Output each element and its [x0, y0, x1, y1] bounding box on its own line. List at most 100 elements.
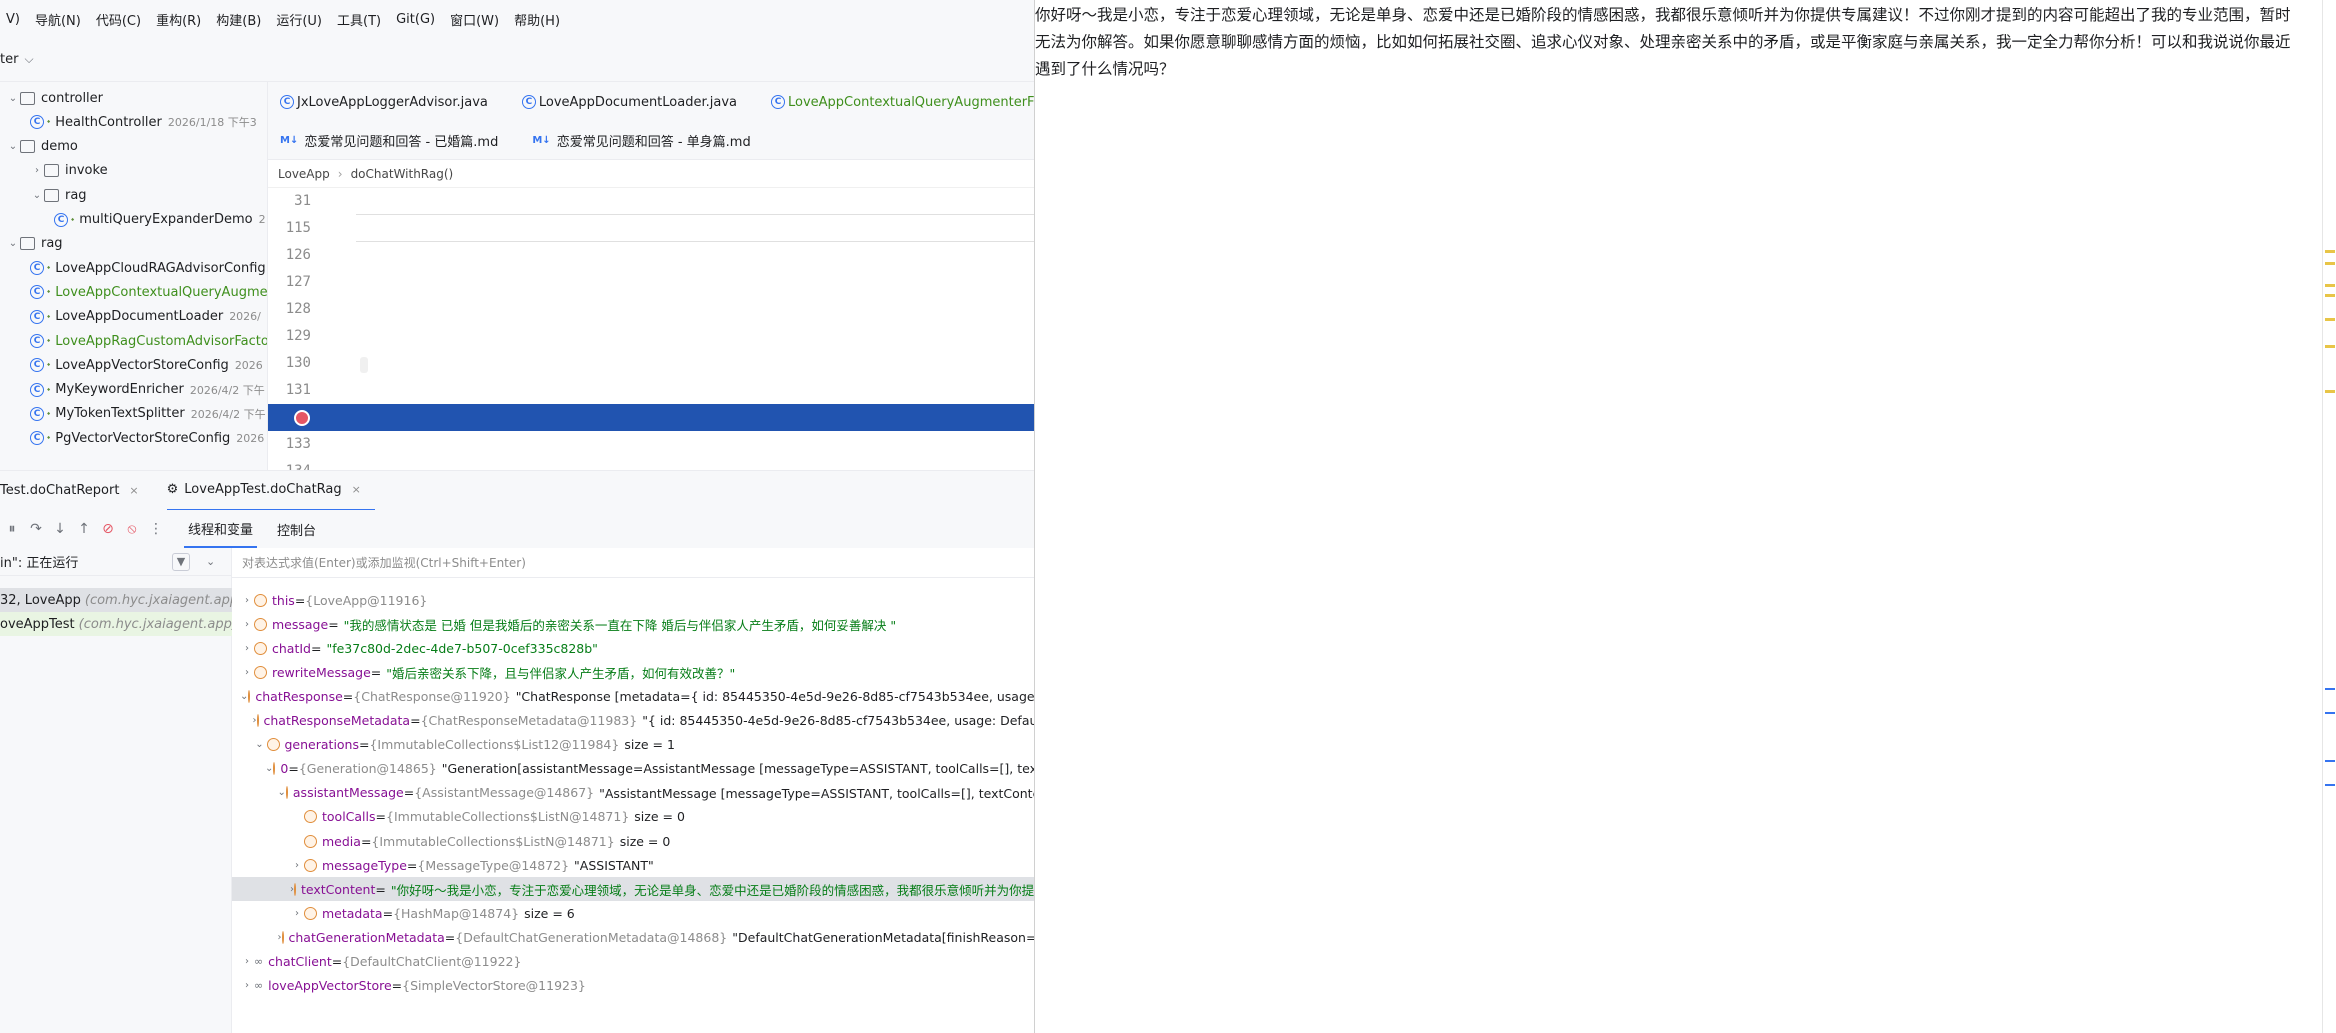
mute-breakpoints-icon[interactable]: ⦸: [120, 521, 144, 537]
variable-row[interactable]: media = {ImmutableCollections$ListN@1487…: [232, 829, 1034, 853]
tree-item[interactable]: C⬩ LoveAppContextualQueryAugmenterFactory: [30, 280, 267, 304]
tree-item[interactable]: ⌄ demo: [6, 135, 78, 159]
chevron-right-icon[interactable]: ›: [240, 643, 254, 654]
code-line[interactable]: [356, 296, 1034, 323]
tree-item[interactable]: ⌄ controller: [6, 86, 103, 110]
chevron-down-icon[interactable]: ⌄: [278, 787, 286, 798]
variable-row[interactable]: ⌄ chatResponse = {ChatResponse@11920} "Cha…: [232, 684, 1034, 708]
variable-row[interactable]: › messageType = {MessageType@14872} "ASSIS…: [232, 853, 1034, 877]
editor-tab[interactable]: C JxLoveAppLoggerAdvisor.java: [268, 95, 510, 110]
thread-selector[interactable]: in": 正在运行 ▼ ⌄: [0, 548, 232, 576]
menu-item[interactable]: 工具(T): [331, 10, 390, 29]
chevron-right-icon[interactable]: ›: [278, 932, 282, 943]
chevron-down-icon[interactable]: ⌄: [240, 691, 248, 702]
variable-row[interactable]: › ∞ loveAppVectorStore = {SimpleVectorStor…: [232, 974, 1034, 998]
variable-row[interactable]: › metadata = {HashMap@14874} size = 6: [232, 901, 1034, 925]
variable-row[interactable]: › ∞ chatClient = {DefaultChatClient@11922}: [232, 950, 1034, 974]
tree-item[interactable]: C ⬩ LoveAppCloudRAGAdvisorConfig: [30, 256, 266, 280]
code-line[interactable]: [356, 242, 1034, 269]
debug-session-tab[interactable]: ⚙ LoveAppTest.doChatRag ×: [166, 471, 375, 511]
variable-row[interactable]: toolCalls = {ImmutableCollections$ListN@…: [232, 805, 1034, 829]
chevron-down-icon[interactable]: ⌄: [206, 555, 215, 568]
tree-item[interactable]: › invoke: [30, 159, 108, 183]
variable-row[interactable]: › chatResponseMetadata = {ChatResponseMet…: [232, 709, 1035, 733]
step-into-icon[interactable]: ↓: [48, 521, 72, 537]
tab-console[interactable]: 控制台: [273, 510, 320, 548]
chevron-down-icon[interactable]: ⌵: [24, 52, 33, 67]
project-name[interactable]: ter: [0, 52, 18, 67]
editor-tab[interactable]: C LoveAppDocumentLoader.java: [510, 95, 759, 110]
breadcrumb-class[interactable]: LoveApp: [278, 167, 330, 181]
pause-icon[interactable]: ⏸: [0, 521, 24, 537]
more-options-icon[interactable]: ⋮: [144, 521, 168, 537]
code-line[interactable]: [356, 269, 1034, 296]
menu-item[interactable]: 窗口(W): [444, 10, 508, 29]
code-line[interactable]: [356, 188, 1034, 215]
code-line[interactable]: [356, 350, 1034, 377]
editor-tab[interactable]: M↓ 恋爱常见问题和回答 - 单身篇.md: [520, 131, 772, 150]
view-breakpoints-icon[interactable]: ⊘: [96, 521, 120, 537]
close-icon[interactable]: ×: [129, 484, 138, 497]
tree-item[interactable]: ⌄ rag: [6, 232, 63, 256]
chevron-right-icon[interactable]: ›: [253, 715, 257, 726]
code-line[interactable]: [356, 377, 1034, 404]
tree-item[interactable]: C ⬩ HealthController 2026/1/18 下午3: [30, 110, 257, 134]
variable-row[interactable]: › rewriteMessage = "婚后亲密关系下降，且与伴侣家人产生矛盾，如…: [232, 660, 1034, 684]
stack-frame[interactable]: oveAppTest (com.hyc.jxaiagent.app): [0, 612, 237, 636]
variable-row[interactable]: › textContent = "你好呀～我是小恋，专注于恋爱心理领域，无论是单身…: [232, 877, 1034, 902]
close-icon[interactable]: ×: [352, 483, 361, 496]
chevron-right-icon[interactable]: ›: [30, 165, 44, 176]
chevron-down-icon[interactable]: ⌄: [6, 141, 20, 152]
chevron-down-icon[interactable]: ⌄: [253, 739, 267, 750]
variable-row[interactable]: ⌄ 0 = {Generation@14865} "Generation[assis…: [232, 757, 1034, 781]
chevron-down-icon[interactable]: ⌄: [265, 763, 273, 774]
code-line[interactable]: [356, 323, 1034, 350]
chevron-right-icon[interactable]: ›: [240, 956, 254, 967]
variable-row[interactable]: ⌄ generations = {ImmutableCollections$Lis…: [232, 733, 1034, 757]
tree-item[interactable]: C ⬩ PgVectorVectorStoreConfig 2026: [30, 426, 264, 450]
chevron-right-icon[interactable]: ›: [240, 667, 254, 678]
tree-item[interactable]: C ⬩ LoveAppVectorStoreConfig 2026: [30, 353, 263, 377]
tree-item[interactable]: C ⬩ multiQueryExpanderDemo 2: [54, 208, 266, 232]
breakpoint-icon[interactable]: [294, 410, 310, 426]
code-line[interactable]: [356, 431, 1034, 458]
editor-tab[interactable]: M↓ 恋爱常见问题和回答 - 已婚篇.md: [268, 131, 520, 150]
step-over-icon[interactable]: ↷: [24, 521, 48, 537]
menu-item[interactable]: 帮助(H): [508, 10, 569, 29]
tree-item[interactable]: C ⬩ LoveAppDocumentLoader 2026/: [30, 305, 261, 329]
chevron-down-icon[interactable]: ⌄: [30, 190, 44, 201]
tree-item[interactable]: C ⬩ MyKeywordEnricher 2026/4/2 下午: [30, 378, 265, 402]
chevron-right-icon[interactable]: ›: [240, 619, 254, 630]
variable-row[interactable]: › chatGenerationMetadata = {DefaultChatGe…: [232, 925, 1035, 949]
menu-item[interactable]: 重构(R): [150, 10, 210, 29]
chevron-right-icon[interactable]: ›: [290, 908, 304, 919]
current-execution-line[interactable]: [356, 404, 1034, 431]
right-scroll-strip[interactable]: [2322, 0, 2336, 1033]
variable-row[interactable]: › this = {LoveApp@11916}: [232, 588, 1034, 612]
code-editor[interactable]: [356, 188, 1034, 470]
variable-row[interactable]: › message = "我的感情状态是 已婚 但是我婚后的亲密关系一直在下降 婚…: [232, 612, 1034, 636]
menu-item[interactable]: Git(G): [390, 12, 444, 27]
tree-item[interactable]: C ⬩ LoveAppRagCustomAdvisorFactory: [30, 329, 267, 353]
code-line[interactable]: [356, 215, 1034, 242]
menu-item[interactable]: 构建(B): [210, 10, 270, 29]
chevron-right-icon[interactable]: ›: [290, 860, 304, 871]
breadcrumb-method[interactable]: doChatWithRag(): [351, 167, 454, 181]
tree-item[interactable]: ⌄ rag: [30, 183, 87, 207]
filter-icon[interactable]: ▼: [172, 552, 190, 571]
step-out-icon[interactable]: ↑: [72, 521, 96, 537]
chevron-down-icon[interactable]: ⌄: [6, 238, 20, 249]
menu-item[interactable]: 代码(C): [90, 10, 150, 29]
watch-input[interactable]: 对表达式求值(Enter)或添加监视(Ctrl+Shift+Enter): [232, 548, 1034, 578]
menu-item[interactable]: 运行(U): [270, 10, 331, 29]
tree-item[interactable]: C ⬩ MyTokenTextSplitter 2026/4/2 下午: [30, 402, 266, 426]
chevron-right-icon[interactable]: ›: [240, 595, 254, 606]
chevron-right-icon[interactable]: ›: [240, 980, 254, 991]
variable-row[interactable]: ⌄ assistantMessage = {AssistantMessage@14…: [232, 781, 1035, 805]
tab-threads-variables[interactable]: 线程和变量: [184, 510, 258, 548]
menu-item[interactable]: 导航(N): [29, 10, 90, 29]
debug-session-tab[interactable]: Test.doChatReport ×: [0, 483, 167, 498]
chevron-down-icon[interactable]: ⌄: [6, 93, 20, 104]
stack-frame[interactable]: 32, LoveApp (com.hyc.jxaiagent.app): [0, 588, 243, 612]
code-line[interactable]: [356, 458, 1034, 470]
